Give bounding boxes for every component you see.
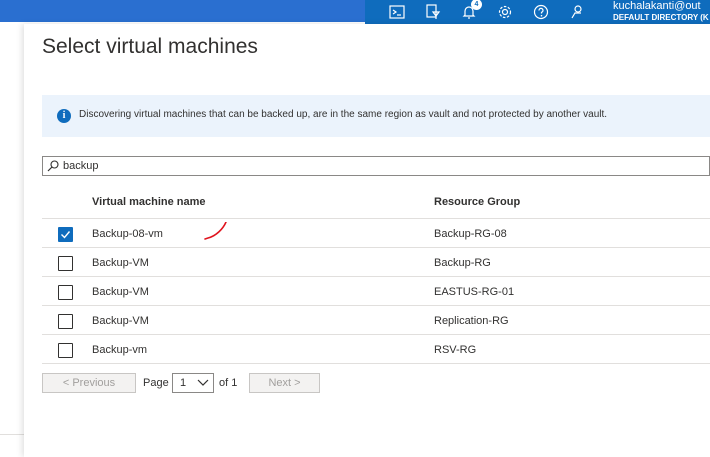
chevron-down-icon [197,379,209,386]
select-vms-panel: Select virtual machines i Discovering vi… [24,24,710,457]
table-row[interactable]: Backup-08-vm Backup-RG-08 [42,219,710,248]
row-checkbox[interactable] [58,343,73,358]
row-checkbox-checked[interactable] [58,227,73,242]
background-blade [0,24,24,457]
vm-name-cell: Backup-VM [92,257,149,269]
resource-group-cell: Replication-RG [434,315,509,327]
table-row[interactable]: Backup-vm RSV-RG [42,335,710,364]
search-input[interactable] [63,158,663,174]
settings-icon[interactable] [495,2,515,22]
vm-name-cell: Backup-08-vm [92,228,163,240]
table-row[interactable]: Backup-VM EASTUS-RG-01 [42,277,710,306]
next-page-button[interactable]: Next > [249,373,320,393]
annotation-mark [204,222,227,240]
account-directory[interactable]: DEFAULT DIRECTORY (K [613,13,709,22]
resource-group-cell: Backup-RG-08 [434,228,507,240]
checkmark-icon [61,231,71,239]
page-select-value: 1 [180,377,187,389]
info-message: Discovering virtual machines that can be… [79,109,608,120]
previous-page-button[interactable]: < Previous [42,373,136,393]
portal-header-left [0,0,365,22]
page-count-label: of 1 [219,377,238,389]
row-checkbox[interactable] [58,256,73,271]
vm-name-cell: Backup-vm [92,344,148,356]
vm-name-cell: Backup-VM [92,315,149,327]
account-name[interactable]: kuchalakanti@out [613,0,701,12]
background-divider [0,434,24,435]
search-box[interactable] [42,156,710,176]
vm-name-cell: Backup-VM [92,286,149,298]
row-checkbox[interactable] [58,285,73,300]
feedback-icon[interactable] [567,2,587,22]
search-icon [47,160,59,172]
top-bar: 4 kuchalakanti@out DEFAULT DIRECTORY (K [0,0,710,27]
directory-filter-icon[interactable] [423,2,443,22]
column-header-vm-name[interactable]: Virtual machine name [92,196,206,208]
row-checkbox[interactable] [58,314,73,329]
resource-group-cell: Backup-RG [434,257,491,269]
page-select[interactable]: 1 [172,373,214,393]
page-label: Page [143,377,169,389]
resource-group-cell: RSV-RG [434,344,477,356]
info-icon: i [57,109,71,123]
resource-group-cell: EASTUS-RG-01 [434,286,515,298]
page-title: Select virtual machines [42,35,258,58]
help-icon[interactable] [531,2,551,22]
column-header-resource-group[interactable]: Resource Group [434,196,520,208]
notifications-icon[interactable]: 4 [459,0,482,22]
cloud-shell-icon[interactable] [387,2,407,22]
table-row[interactable]: Backup-VM Replication-RG [42,306,710,335]
table-row[interactable]: Backup-VM Backup-RG [42,248,710,277]
info-banner: i Discovering virtual machines that can … [42,95,710,137]
